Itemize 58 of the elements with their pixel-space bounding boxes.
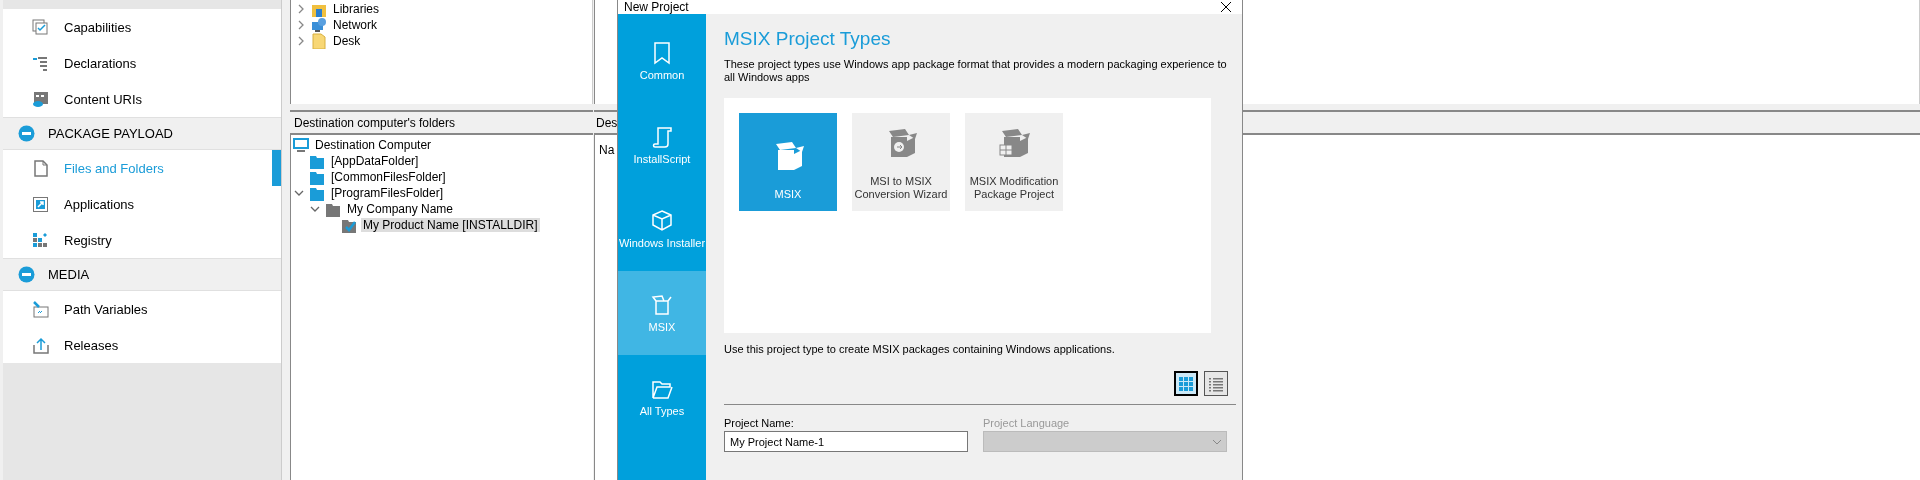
nav-item-icon [32,54,49,72]
nav-item[interactable]: Applications [64,196,135,212]
category-icon [651,209,673,233]
nav-item[interactable]: Path Variables [64,301,148,317]
folder-icon [341,217,357,233]
close-icon[interactable] [1220,1,1232,13]
dialog-heading: MSIX Project Types [724,28,892,51]
nav-item-icon [32,159,49,177]
nav-item-icon [32,231,49,249]
folder-icon [325,201,341,217]
tree-item[interactable]: Network [331,18,379,32]
project-name-field[interactable]: My Project Name-1 [724,431,968,452]
description-text: These project types use Windows app package format that provides a modern packaging experience to all Windows apps [724,58,1228,84]
field-label: Project Name: [724,417,795,429]
tree-item[interactable]: [ProgramFilesFolder] [329,186,446,200]
category-icon [651,293,673,317]
tree-item[interactable]: My Product Name [INSTALLDIR] [361,218,540,232]
selection-bar [272,150,281,186]
nav-item[interactable]: Declarations [64,55,137,71]
type-description: Use this project type to create MSIX packages containing Windows applications. [724,343,1116,355]
network-icon [311,17,327,33]
field-label: Project Language [983,417,1071,429]
folder-icon [309,153,325,169]
collapse-icon[interactable] [18,266,35,283]
tree-item[interactable]: [AppDataFolder] [329,154,421,168]
grid-view-button[interactable] [1174,371,1198,396]
nav-item-icon [32,90,49,108]
tree-item[interactable]: My Company Name [345,202,456,216]
pane-header: Des [596,115,618,130]
nav-item[interactable]: Registry [64,232,112,248]
section-header: MEDIA [48,267,90,282]
tree-item[interactable]: Destination Computer [313,138,434,152]
column-header[interactable]: Na [599,143,615,157]
nav-item-icon [32,18,49,36]
folder-icon [311,33,327,49]
list-icon [1208,375,1224,392]
dialog-title: New Project [624,1,689,13]
nav-item[interactable]: Content URIs [64,91,143,107]
nav-item-icon [32,195,49,213]
project-type-tile[interactable]: MSI to MSIX Conversion Wizard [852,113,950,211]
nav-item[interactable]: Releases [64,337,119,353]
category-icon [651,125,673,149]
folder-icon [309,169,325,185]
tree-item[interactable]: Desk [331,34,363,48]
grid-icon [1178,375,1194,392]
folder-icon [309,185,325,201]
nav-item-icon [32,336,49,354]
nav-item-icon [32,300,49,318]
category-icon [651,41,673,65]
collapse-icon[interactable] [18,125,35,142]
project-type-tile[interactable]: MSIX Modification Package Project [965,113,1063,211]
caret-icon [1212,438,1222,445]
tree-item[interactable]: Libraries [331,2,382,16]
nav-item[interactable]: Capabilities [64,19,132,35]
tree-item[interactable]: [CommonFilesFolder] [329,170,448,184]
pane-header: Destination computer's folders [294,115,456,130]
section-header: PACKAGE PAYLOAD [48,126,173,141]
list-view-button[interactable] [1204,371,1228,396]
